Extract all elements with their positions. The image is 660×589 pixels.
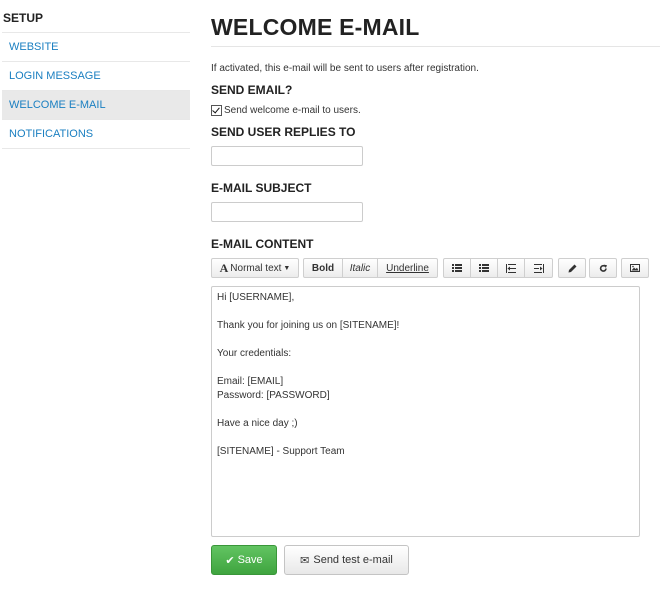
send-test-email-label: Send test e-mail (313, 554, 393, 566)
insert-image-button[interactable] (621, 258, 649, 278)
sidebar-item-website[interactable]: WEBSITE (2, 33, 190, 62)
sidebar-item-notifications[interactable]: NOTIFICATIONS (2, 120, 190, 149)
sidebar-item-welcome-email[interactable]: WELCOME E-MAIL (2, 91, 190, 120)
sidebar-item-login-message[interactable]: LOGIN MESSAGE (2, 62, 190, 91)
sidebar: SETUP WEBSITE LOGIN MESSAGE WELCOME E-MA… (2, 0, 190, 149)
editor-line: Thank you for joining us on [SITENAME]! (217, 320, 400, 331)
format-dropdown-label: Normal text (230, 262, 282, 274)
outdent-button[interactable] (498, 258, 525, 278)
check-icon: ✔ (225, 554, 235, 567)
redo-icon (599, 264, 607, 272)
underline-button[interactable]: Underline (378, 258, 438, 278)
page-description: If activated, this e-mail will be sent t… (211, 63, 479, 74)
save-button[interactable]: ✔ Save (211, 545, 277, 575)
list-ol-icon (479, 264, 489, 272)
editor-line: [SITENAME] - Support Team (217, 446, 345, 457)
editor-line: Password: [PASSWORD] (217, 390, 330, 401)
reply-to-label: SEND USER REPLIES TO (211, 125, 356, 139)
editor-line: Email: [EMAIL] (217, 376, 284, 387)
italic-button[interactable]: Italic (343, 258, 378, 278)
save-button-label: Save (237, 554, 263, 566)
email-content-editor[interactable]: Hi [USERNAME], Thank you for joining us … (211, 286, 640, 537)
ordered-list-button[interactable] (471, 258, 498, 278)
send-test-email-button[interactable]: ✉ Send test e-mail (284, 545, 409, 575)
bullet-list-button[interactable] (443, 258, 471, 278)
font-icon: A (219, 260, 229, 275)
send-email-checkbox-label: Send welcome e-mail to users. (224, 105, 361, 116)
send-email-label: SEND EMAIL? (211, 83, 293, 97)
caret-down-icon: ▼ (283, 264, 291, 272)
indent-icon (533, 263, 544, 273)
bold-button[interactable]: Bold (303, 258, 343, 278)
subject-input[interactable] (211, 202, 363, 222)
redo-button[interactable] (589, 258, 617, 278)
envelope-icon: ✉ (300, 554, 310, 567)
main-content: WELCOME E-MAIL If activated, this e-mail… (211, 0, 660, 589)
subject-label: E-MAIL SUBJECT (211, 181, 312, 195)
editor-line: Have a nice day ;) (217, 418, 298, 429)
outdent-icon (506, 263, 516, 273)
format-dropdown[interactable]: A Normal text ▼ (211, 258, 299, 278)
pencil-icon (568, 264, 576, 272)
pencil-button[interactable] (558, 258, 586, 278)
sidebar-title: SETUP (2, 0, 190, 33)
send-email-option[interactable]: Send welcome e-mail to users. (211, 105, 361, 116)
page-title: WELCOME E-MAIL (211, 12, 660, 47)
editor-toolbar: A Normal text ▼ Bold Italic Underline (211, 258, 651, 278)
editor-line: Your credentials: (217, 348, 292, 359)
image-icon (630, 264, 640, 272)
editor-line: Hi [USERNAME], (217, 292, 295, 303)
send-email-checkbox[interactable] (211, 105, 222, 116)
content-label: E-MAIL CONTENT (211, 237, 314, 251)
reply-to-input[interactable] (211, 146, 363, 166)
list-ul-icon (452, 264, 462, 272)
indent-button[interactable] (525, 258, 553, 278)
